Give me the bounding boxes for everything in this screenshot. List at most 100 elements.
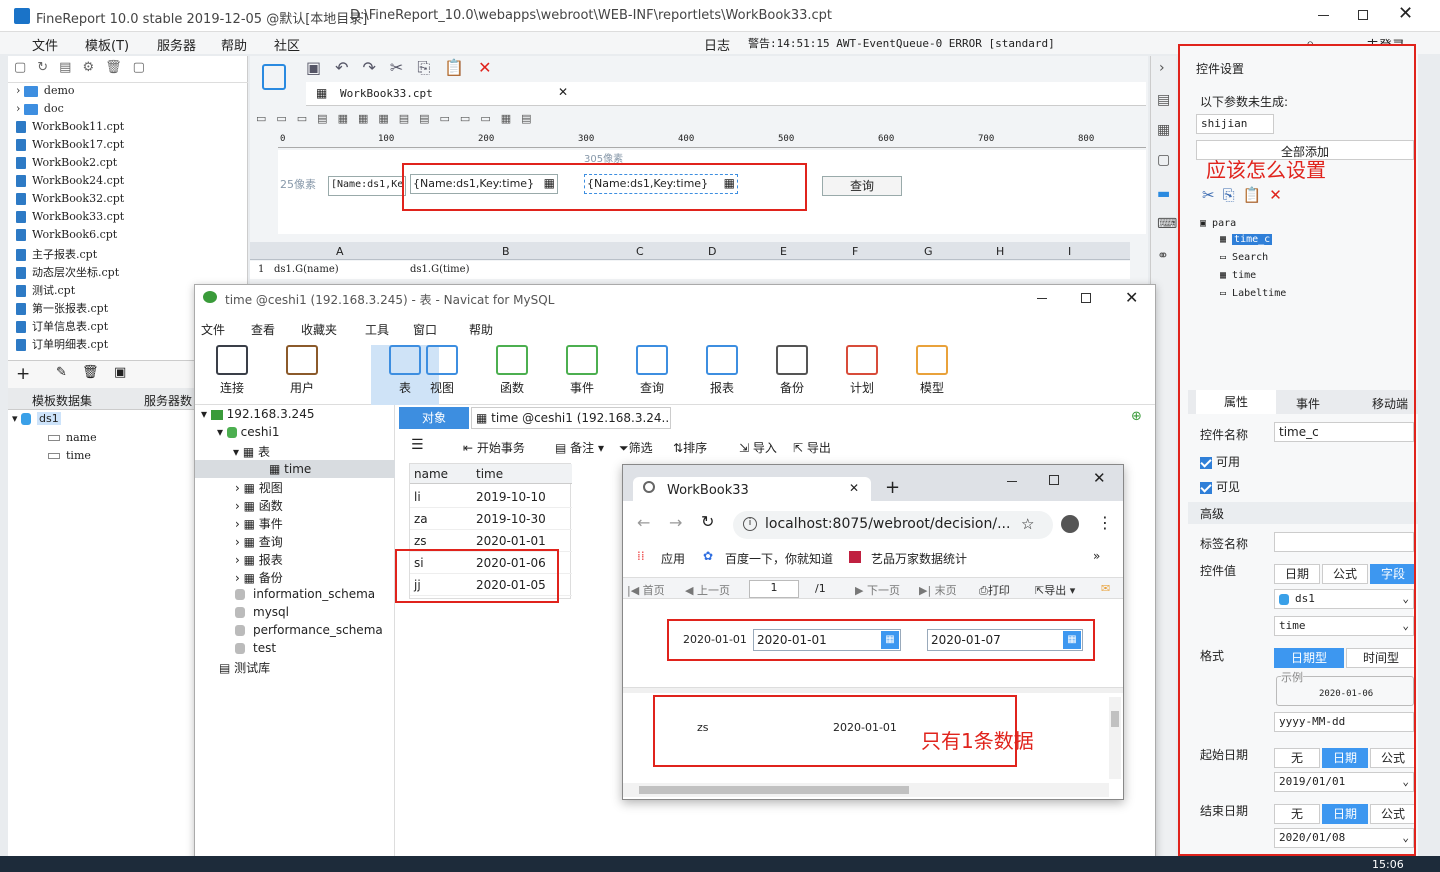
export-button[interactable]: ⇱导出 ▾	[1035, 582, 1075, 598]
browser-tab[interactable]: WorkBook33 ✕	[633, 477, 871, 503]
sort-button[interactable]: ⇅排序	[673, 439, 707, 456]
more-bookmarks-icon[interactable]: »	[1093, 549, 1100, 563]
bookmark-stats[interactable]: 艺品万家数据统计	[871, 550, 967, 567]
tree-item[interactable]: 测试.cpt	[16, 282, 75, 300]
tree-item[interactable]: › demo	[16, 84, 75, 102]
close-tab-icon[interactable]: ✕	[558, 85, 568, 99]
nav-database[interactable]: mysql	[235, 605, 289, 619]
cell-b1[interactable]: ds1.G(time)	[410, 264, 469, 275]
cell-a1[interactable]: ds1.G(name)	[274, 264, 339, 275]
menu-file[interactable]: 文件	[32, 35, 58, 54]
table-time[interactable]: ▦ time	[195, 460, 395, 478]
nav-group[interactable]: › ▦ 报表	[235, 551, 283, 568]
first-page-button[interactable]: |◀ 首页	[627, 582, 665, 598]
bookmark-baidu[interactable]: 百度一下，你就知道	[725, 550, 833, 567]
nav-group[interactable]: › ▦ 函数	[235, 497, 283, 514]
param-widget-1[interactable]: [Name:ds1,Ke	[328, 176, 406, 196]
tree-item[interactable]: WorkBook6.cpt	[16, 228, 117, 246]
tree-item[interactable]: › doc	[16, 102, 64, 120]
filter-button[interactable]: ⏷筛选	[619, 439, 653, 456]
tree-item[interactable]: WorkBook11.cpt	[16, 120, 124, 138]
expand-icon[interactable]: ›	[1159, 60, 1165, 76]
more-icon[interactable]: ⋮	[1097, 513, 1113, 532]
db-node[interactable]: ▾ ceshi1	[217, 425, 279, 439]
star-icon[interactable]: ☆	[1021, 515, 1034, 533]
menu-template[interactable]: 模板(T)	[85, 35, 129, 54]
menu-help[interactable]: 帮助	[221, 35, 247, 54]
nav-group[interactable]: › ▦ 查询	[235, 533, 283, 550]
minimize-icon[interactable]	[1318, 15, 1329, 16]
nav-library[interactable]: ▤ 测试库	[219, 659, 270, 676]
tree-item[interactable]: 订单信息表.cpt	[16, 318, 108, 336]
preview-icon[interactable]: ▣	[114, 365, 126, 380]
tree-item[interactable]: WorkBook17.cpt	[16, 138, 124, 156]
tree-item[interactable]: 订单明细表.cpt	[16, 336, 108, 354]
link-icon[interactable]: ⚭	[1157, 248, 1169, 264]
layout-icon[interactable]: ▤	[1157, 92, 1170, 108]
tool-9[interactable]: 计划	[837, 345, 887, 396]
col-name[interactable]: name	[414, 467, 448, 481]
add-icon[interactable]: +	[16, 364, 30, 384]
widget-settings-icon[interactable]: ▬	[1157, 186, 1170, 202]
delete-icon[interactable]: 🗑	[82, 365, 99, 380]
export-button[interactable]: ⇱ 导出	[793, 439, 831, 456]
tool-10[interactable]: 模型	[907, 345, 957, 396]
nav-group[interactable]: › ▦ 备份	[235, 569, 283, 586]
import-button[interactable]: ⇲ 导入	[739, 439, 777, 456]
tab-table-time[interactable]: ▦ time @ceshi1 (192.168.3.24...	[471, 407, 671, 429]
tab-template-dataset[interactable]: 模板数据集	[32, 392, 92, 409]
bookmark-apps[interactable]: 应用	[661, 550, 685, 567]
nav-database[interactable]: information_schema	[235, 587, 375, 601]
field-time[interactable]: time	[48, 449, 91, 467]
tree-item[interactable]: WorkBook2.cpt	[16, 156, 117, 174]
page-input[interactable]: 1	[749, 580, 799, 598]
condition-icon[interactable]: ⌨	[1157, 216, 1177, 232]
nav-group[interactable]: › ▦ 事件	[235, 515, 283, 532]
template-tab[interactable]: WorkBook33.cpt	[340, 87, 433, 100]
menu-server[interactable]: 服务器	[157, 35, 196, 54]
table-row[interactable]: li 2019-10-10	[410, 486, 572, 508]
tree-item[interactable]: WorkBook32.cpt	[16, 192, 124, 210]
maximize-icon[interactable]	[1081, 293, 1091, 303]
tool-7[interactable]: 报表	[697, 345, 747, 396]
add-tab-icon[interactable]: ⊕	[1131, 409, 1142, 424]
tree-item[interactable]: 动态层次坐标.cpt	[16, 264, 119, 282]
maximize-icon[interactable]	[1358, 10, 1368, 20]
prev-page-button[interactable]: ◀ 上一页	[685, 582, 730, 598]
new-tab-icon[interactable]: +	[885, 477, 900, 498]
nav-group[interactable]: › ▦ 视图	[235, 479, 283, 496]
tab-server-dataset[interactable]: 服务器数	[144, 392, 192, 409]
mail-icon[interactable]: ✉	[1101, 582, 1110, 595]
vertical-scrollbar[interactable]	[1109, 697, 1121, 779]
tool-4[interactable]: 函数	[487, 345, 537, 396]
maximize-icon[interactable]	[1049, 475, 1059, 485]
back-icon[interactable]: ←	[637, 513, 650, 532]
cell-icon[interactable]: ▦	[1157, 122, 1170, 138]
tool-1[interactable]: 用户	[277, 345, 327, 396]
nav-database[interactable]: performance_schema	[235, 623, 383, 637]
edit-icon[interactable]: ✎	[56, 365, 67, 380]
tree-item[interactable]: 主子报表.cpt	[16, 246, 97, 264]
tool-8[interactable]: 备份	[767, 345, 817, 396]
next-page-button[interactable]: ▶ 下一页	[855, 582, 900, 598]
address-bar[interactable]: i localhost:8075/webroot/decision/... ☆	[733, 511, 1053, 539]
menu-community[interactable]: 社区	[274, 35, 300, 54]
table-group[interactable]: ▾ ▦ 表	[233, 443, 270, 460]
close-tab-icon[interactable]: ✕	[849, 481, 859, 495]
note-button[interactable]: ▤ 备注 ▾	[555, 439, 604, 456]
tree-item[interactable]: 第一张报表.cpt	[16, 300, 108, 318]
tool-3[interactable]: 视图	[417, 345, 467, 396]
minimize-icon[interactable]	[1007, 481, 1017, 482]
horizontal-scrollbar[interactable]	[623, 783, 1109, 797]
log-link[interactable]: 日志	[704, 35, 730, 54]
table-row[interactable]: za 2019-10-30	[410, 508, 572, 530]
print-button[interactable]: ⎙打印	[979, 582, 1010, 598]
field-name[interactable]: name	[48, 431, 97, 449]
close-icon[interactable]: ✕	[1398, 3, 1413, 24]
conn-node[interactable]: ▾ 192.168.3.245	[201, 407, 314, 421]
menu-icon[interactable]: ☰	[411, 437, 424, 453]
widget-icon[interactable]	[262, 64, 286, 90]
close-icon[interactable]: ✕	[1093, 469, 1106, 487]
profile-icon[interactable]	[1061, 515, 1079, 533]
tool-5[interactable]: 事件	[557, 345, 607, 396]
